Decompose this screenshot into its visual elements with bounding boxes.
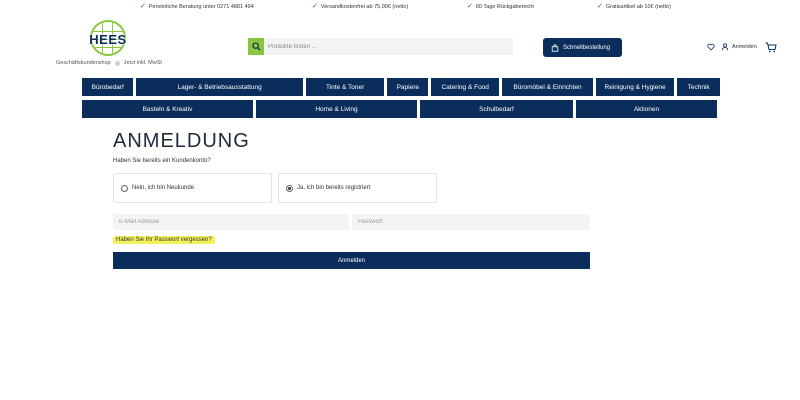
nav-item-lager[interactable]: Lager- & Betriebsausstattung	[136, 78, 303, 96]
option-registered-label: Ja, ich bin bereits registriert	[297, 185, 371, 191]
main-nav: Bürobedarf Lager- & Betriebsausstattung …	[82, 78, 720, 96]
shop-type-label: Geschäftskundenshop	[56, 60, 111, 66]
usp-item: ✓ Persönliche Beratung unter 0271 4881 4…	[140, 3, 254, 10]
radio-registered[interactable]	[286, 184, 293, 192]
option-registered[interactable]: Ja, ich bin bereits registriert	[278, 173, 437, 203]
password-field[interactable]	[352, 214, 590, 230]
usp-item: ✓ 60 Tage Rückgaberecht	[467, 3, 534, 10]
bag-icon	[551, 43, 559, 52]
usp-text: Gratisartikel ab 10€ (netto)	[605, 3, 671, 10]
nav-item-schulbedarf[interactable]: Schulbedarf	[420, 100, 573, 118]
account-question: Haben Sie bereits ein Kundenkonto?	[113, 158, 211, 164]
nav-item-aktionen[interactable]: Aktionen	[576, 100, 717, 118]
search-button[interactable]	[248, 38, 264, 55]
brand-name: HEES	[89, 32, 127, 47]
option-new-customer[interactable]: Nein, ich bin Neukunde	[113, 173, 272, 203]
radio-new-customer[interactable]	[121, 184, 128, 192]
nav-item-home-living[interactable]: Home & Living	[256, 100, 417, 118]
search-input[interactable]	[266, 38, 506, 55]
secondary-nav: Basteln & Kreativ Home & Living Schulbed…	[82, 100, 720, 118]
search-icon	[251, 42, 261, 51]
logo-subline: Geschäftskundenshop Jetzt inkl. MwSt	[56, 60, 162, 66]
check-icon: ✓	[597, 3, 603, 10]
account-button[interactable]: Anmelden	[721, 40, 757, 54]
cart-button[interactable]	[765, 40, 777, 54]
vat-label: Jetzt inkl. MwSt	[123, 60, 162, 66]
usp-text: 60 Tage Rückgaberecht	[475, 3, 534, 10]
usp-text: Versandkostenfrei ab 75,00€ (netto)	[320, 3, 409, 10]
search-bar	[248, 38, 513, 55]
usp-text: Persönliche Beratung unter 0271 4881 494	[148, 3, 254, 10]
check-icon: ✓	[467, 3, 473, 10]
nav-item-reinigung[interactable]: Reinigung & Hygiene	[595, 78, 675, 96]
nav-item-bueromoebel[interactable]: Büromöbel & Einrichten	[502, 78, 593, 96]
login-submit-button[interactable]: Anmelden	[113, 252, 590, 269]
heart-icon	[707, 43, 715, 51]
quick-order-label: Schnellbestellung	[563, 44, 611, 51]
wishlist-button[interactable]	[707, 40, 715, 54]
check-icon: ✓	[140, 3, 146, 10]
toggle-icon[interactable]	[114, 60, 120, 66]
user-icon	[721, 43, 729, 51]
nav-item-catering[interactable]: Catering & Food	[431, 78, 500, 96]
usp-item: ✓ Gratisartikel ab 10€ (netto)	[597, 3, 671, 10]
quick-order-button[interactable]: Schnellbestellung	[543, 38, 622, 57]
nav-item-tinte-toner[interactable]: Tinte & Toner	[305, 78, 385, 96]
page-title: ANMELDUNG	[113, 130, 250, 152]
cart-icon	[765, 42, 777, 52]
login-link[interactable]: Anmelden	[732, 44, 757, 50]
logo[interactable]: HEES	[84, 20, 132, 64]
usp-bar: ✓ Persönliche Beratung unter 0271 4881 4…	[0, 0, 800, 14]
nav-item-technik[interactable]: Technik	[677, 78, 720, 96]
email-field[interactable]	[113, 214, 349, 230]
nav-item-buerobedarf[interactable]: Bürobedarf	[82, 78, 134, 96]
usp-item: ✓ Versandkostenfrei ab 75,00€ (netto)	[312, 3, 408, 10]
check-icon: ✓	[312, 3, 318, 10]
nav-item-papiere[interactable]: Papiere	[387, 78, 429, 96]
forgot-password-link[interactable]: Haben Sie Ihr Passwort vergessen?	[113, 236, 215, 244]
option-new-customer-label: Nein, ich bin Neukunde	[132, 185, 195, 191]
nav-item-basteln[interactable]: Basteln & Kreativ	[82, 100, 253, 118]
